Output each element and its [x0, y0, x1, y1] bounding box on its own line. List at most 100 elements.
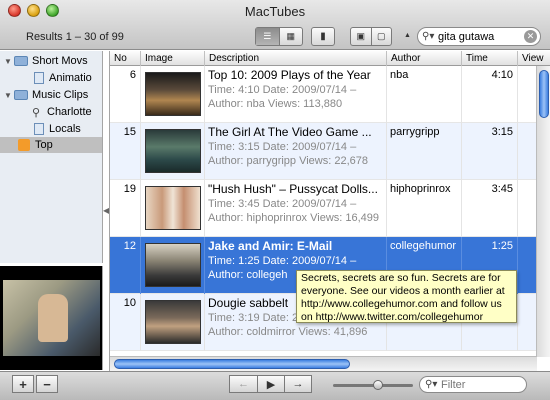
- video-preview-person: [38, 294, 68, 342]
- fullscreen-icon[interactable]: ▢: [370, 28, 392, 45]
- time-cell: 3:15: [462, 123, 518, 180]
- video-preview[interactable]: [0, 266, 103, 370]
- search-icon: ⚲: [32, 106, 41, 119]
- image-cell: [141, 123, 205, 180]
- info-icon: ▮: [320, 31, 326, 42]
- sidebar-item-label: Animatio: [49, 72, 92, 84]
- video-meta: Time: 4:10 Date: 2009/07/14 –: [208, 84, 357, 96]
- horizontal-scrollbar[interactable]: [110, 356, 537, 371]
- table-row[interactable]: 19 "Hush Hush" – Pussycat Dolls... Time:…: [110, 180, 537, 237]
- image-cell: [141, 237, 205, 294]
- sidebar-item-top[interactable]: Top: [0, 137, 102, 153]
- sidebar-item-charlotte[interactable]: ⚲ Charlotte: [32, 104, 92, 120]
- search-field[interactable]: ⚲▾ gita gutawa ✕: [417, 27, 541, 46]
- disclosure-triangle-icon[interactable]: ▼: [4, 91, 14, 100]
- previous-icon[interactable]: ←: [230, 376, 257, 392]
- playback-controls: ← ▶ →: [229, 375, 312, 393]
- disclosure-triangle-icon[interactable]: ▼: [4, 57, 14, 66]
- table-row[interactable]: 6 Top 10: 2009 Plays of the Year Time: 4…: [110, 66, 537, 123]
- description-tooltip: Secrets, secrets are so fun. Secrets are…: [296, 270, 517, 323]
- video-thumbnail[interactable]: [145, 72, 201, 116]
- video-thumbnail[interactable]: [145, 129, 201, 173]
- source-list: ▼ Short Movs Animatio ▼ Music Clips ⚲ Ch…: [0, 51, 103, 263]
- horizontal-scroll-thumb[interactable]: [114, 359, 350, 369]
- folder-icon: [14, 56, 28, 66]
- play-icon[interactable]: ▶: [257, 376, 284, 392]
- remove-button[interactable]: −: [36, 375, 58, 393]
- filter-input[interactable]: [441, 378, 521, 391]
- author-cell: hiphoprinrox: [387, 180, 462, 237]
- video-title: Top 10: 2009 Plays of the Year: [208, 68, 371, 82]
- tooltip-line: everyone. See our videos a month earlier…: [301, 285, 505, 297]
- sidebar-item-music-clips[interactable]: ▼ Music Clips: [4, 87, 88, 103]
- time-cell: 3:45: [462, 180, 518, 237]
- video-thumbnail[interactable]: [145, 243, 201, 287]
- folder-icon: [14, 90, 28, 100]
- volume-slider-knob[interactable]: [373, 380, 383, 390]
- sidebar-item-label: Short Movs: [32, 55, 88, 67]
- column-header-description[interactable]: Description: [205, 51, 387, 66]
- column-header-author[interactable]: Author: [387, 51, 462, 66]
- row-number: 10: [110, 294, 141, 351]
- vertical-scrollbar[interactable]: [536, 66, 550, 357]
- table-row[interactable]: 15 The Girl At The Video Game ... Time: …: [110, 123, 537, 180]
- vertical-scroll-thumb[interactable]: [539, 70, 549, 118]
- info-button[interactable]: ▮: [311, 27, 335, 46]
- sidebar-item-locals[interactable]: Locals: [34, 121, 81, 137]
- row-number: 6: [110, 66, 141, 123]
- column-header-image[interactable]: Image: [141, 51, 205, 66]
- document-icon: [34, 123, 44, 135]
- video-title: "Hush Hush" – Pussycat Dolls...: [208, 182, 378, 196]
- author-cell: parrygripp: [387, 123, 462, 180]
- search-input-value[interactable]: gita gutawa: [438, 31, 524, 43]
- column-header-time[interactable]: Time: [462, 51, 518, 66]
- window-title: MacTubes: [244, 4, 306, 19]
- video-title: Jake and Amir: E-Mail: [208, 239, 333, 253]
- video-meta: Author: nba Views: 113,880: [208, 98, 343, 110]
- image-cell: [141, 66, 205, 123]
- bottom-toolbar: + − ← ▶ → ⚲▾: [0, 371, 550, 400]
- add-button[interactable]: +: [12, 375, 34, 393]
- sidebar-item-label: Top: [35, 139, 53, 151]
- row-number: 12: [110, 237, 141, 294]
- grid-view-icon[interactable]: ▦: [278, 28, 303, 45]
- view-cell: [518, 237, 537, 294]
- clear-search-icon[interactable]: ✕: [524, 30, 537, 43]
- column-header-view[interactable]: View: [518, 51, 550, 66]
- volume-slider[interactable]: [333, 380, 413, 390]
- view-mode-segmented-control[interactable]: ☰ ▦: [255, 27, 303, 46]
- video-thumbnail[interactable]: [145, 300, 201, 344]
- sidebar-item-animatio[interactable]: Animatio: [34, 70, 92, 86]
- video-thumbnail[interactable]: [145, 186, 201, 230]
- column-header-no[interactable]: No: [110, 51, 141, 66]
- next-icon[interactable]: →: [284, 376, 311, 392]
- list-view-icon[interactable]: ☰: [256, 28, 279, 45]
- sidebar-item-label: Locals: [49, 123, 81, 135]
- video-meta: Author: parrygripp Views: 22,678: [208, 155, 368, 167]
- view-cell: [518, 294, 537, 351]
- sidebar-item-short-movs[interactable]: ▼ Short Movs: [4, 53, 88, 69]
- author-cell: nba: [387, 66, 462, 123]
- document-icon: [34, 72, 44, 84]
- table-header: No Image Description Author Time View: [110, 51, 550, 66]
- tooltip-line: http://www.collegehumor.com and follow u…: [301, 298, 502, 310]
- window-toolbar: MacTubes Results 1 – 30 of 99 ☰ ▦ ▮ ▣ ▢ …: [0, 0, 550, 50]
- description-cell: "Hush Hush" – Pussycat Dolls... Time: 3:…: [205, 180, 387, 237]
- search-icon: ⚲▾: [422, 31, 435, 42]
- search-menu-chevron-icon[interactable]: ▲: [404, 32, 411, 39]
- row-number: 19: [110, 180, 141, 237]
- video-meta: Time: 1:25 Date: 2009/07/14 –: [208, 255, 357, 267]
- new-window-icon[interactable]: ▣: [351, 28, 371, 45]
- row-number: 15: [110, 123, 141, 180]
- results-count: Results 1 – 30 of 99: [26, 31, 124, 43]
- image-cell: [141, 180, 205, 237]
- sidebar-item-label: Music Clips: [32, 89, 89, 101]
- window-mode-segmented-control[interactable]: ▣ ▢: [350, 27, 392, 46]
- description-cell: Top 10: 2009 Plays of the Year Time: 4:1…: [205, 66, 387, 123]
- video-meta: Time: 3:45 Date: 2009/07/14 –: [208, 198, 357, 210]
- video-title: The Girl At The Video Game ...: [208, 125, 372, 139]
- tooltip-line: Secrets, secrets are so fun. Secrets are…: [301, 272, 501, 284]
- video-meta: Author: coldmirror Views: 41,896: [208, 326, 368, 338]
- image-cell: [141, 294, 205, 351]
- filter-field[interactable]: ⚲▾: [419, 376, 527, 393]
